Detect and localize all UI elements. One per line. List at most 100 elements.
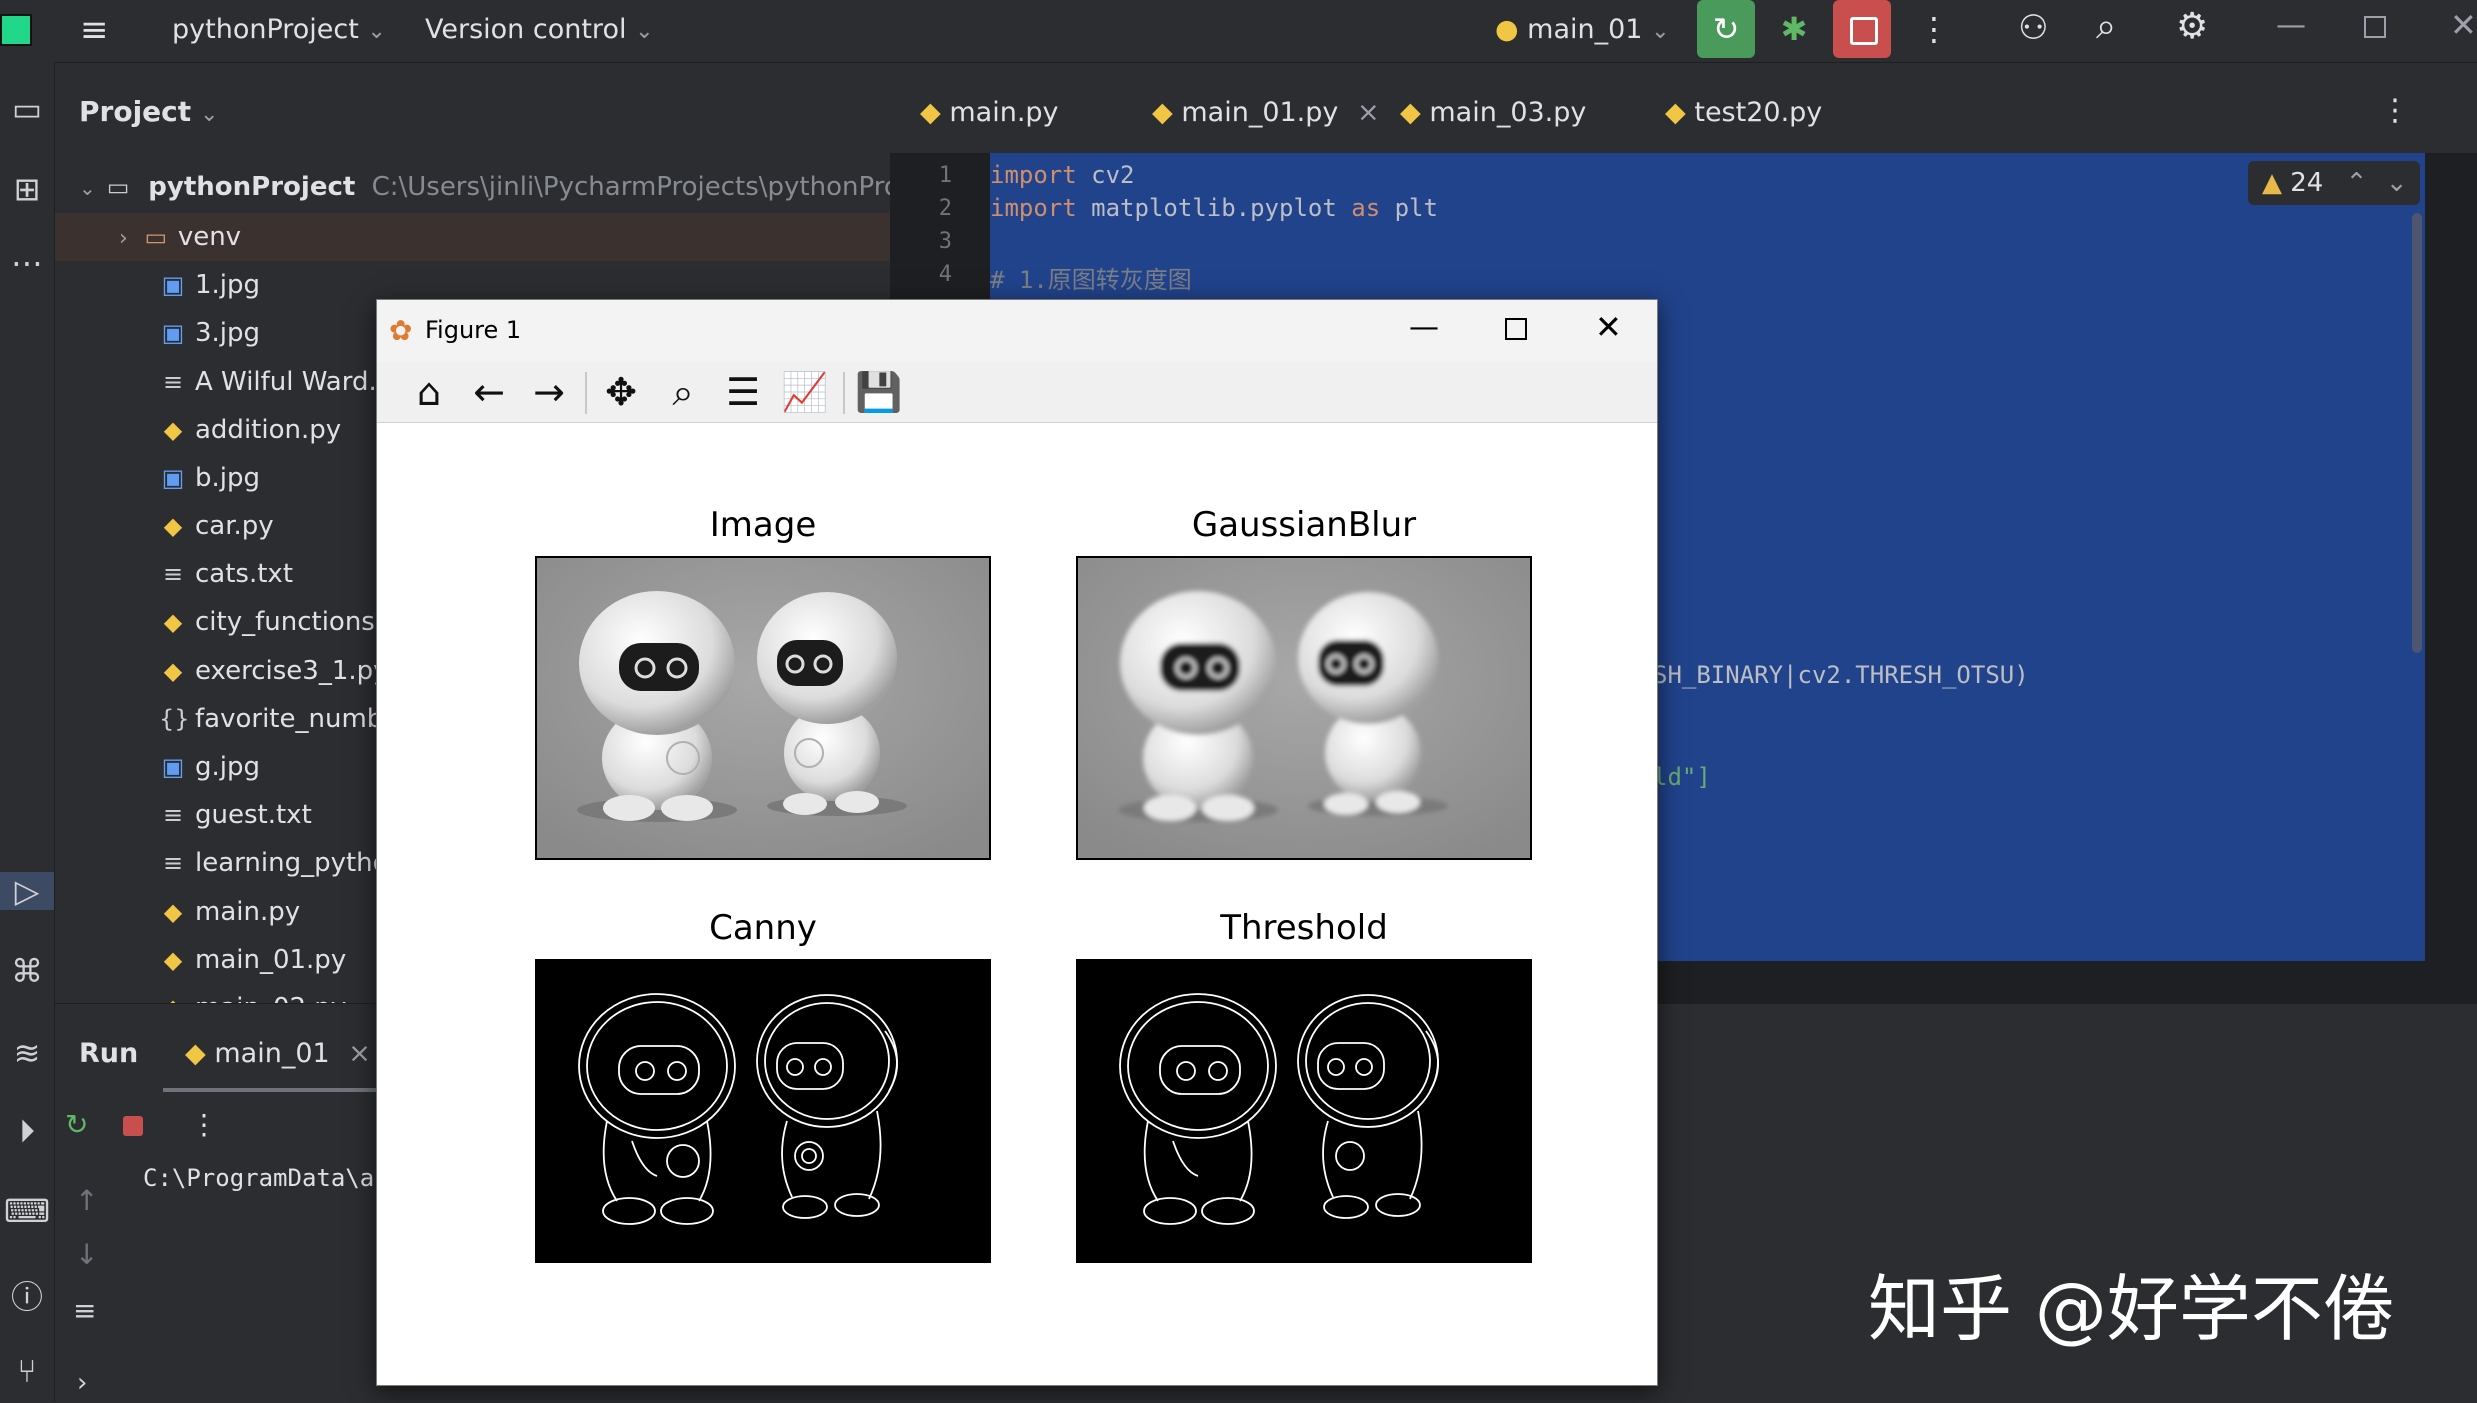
close-tab-icon[interactable]: × xyxy=(348,1038,371,1069)
watermark: 知乎 @好学不倦 xyxy=(1868,1267,2395,1351)
toolbar-divider xyxy=(585,372,587,414)
scroll-down-icon[interactable]: ↓ xyxy=(75,1238,98,1271)
run-config-selector[interactable]: ● main_01 ⌄ xyxy=(1495,14,1670,45)
subplot-title: Threshold xyxy=(1220,908,1388,948)
tree-item-label: main_01.py xyxy=(195,944,347,975)
image-subplot xyxy=(535,556,991,860)
tree-item[interactable]: › ▭ venv xyxy=(55,213,890,261)
run-tool-icon[interactable]: ▷ xyxy=(0,872,54,910)
maximize-window-button[interactable] xyxy=(2364,16,2386,38)
tab-main[interactable]: ◆ main.py xyxy=(920,63,1059,153)
image-file-icon: ▣ xyxy=(161,319,185,348)
tree-item-label: car.py xyxy=(195,511,274,542)
pycharm-logo-icon xyxy=(0,14,32,46)
inspection-widget[interactable]: ▲ 24 ⌃ ⌄ xyxy=(2248,161,2420,205)
add-user-icon[interactable]: ⚇ xyxy=(2018,8,2048,48)
edit-axis-icon[interactable]: 📈 xyxy=(777,368,833,416)
text-file-icon: ≡ xyxy=(162,367,184,396)
expand-icon[interactable]: › xyxy=(77,1368,87,1398)
project-selector[interactable]: pythonProject ⌄ xyxy=(172,14,386,45)
stop-icon[interactable] xyxy=(123,1116,143,1136)
search-icon[interactable]: ⌕ xyxy=(2096,6,2116,48)
python-file-icon: ◆ xyxy=(163,512,183,541)
folder-icon: ▭ xyxy=(144,223,168,251)
version-control-selector[interactable]: Version control ⌄ xyxy=(425,14,654,45)
chevron-down-icon[interactable]: ⌄ xyxy=(2386,168,2408,198)
figure-title-bar[interactable]: ✿ Figure 1 — ✕ xyxy=(377,300,1657,362)
tab-label: main_03.py xyxy=(1429,97,1587,128)
keyword: as xyxy=(1351,194,1381,222)
robot-grayscale-image xyxy=(537,558,989,858)
python-file-icon: ◆ xyxy=(163,415,183,444)
back-arrow-icon[interactable]: ← xyxy=(461,368,517,416)
services-icon[interactable]: ⏵ xyxy=(0,1112,54,1151)
project-folder-icon[interactable]: ▭ xyxy=(0,90,54,128)
zoom-icon[interactable]: ⌕ xyxy=(655,368,711,416)
tab-test20[interactable]: ◆ test20.py xyxy=(1665,63,1822,153)
rerun-icon[interactable]: ↻ xyxy=(65,1108,88,1141)
keyword: import xyxy=(990,194,1077,222)
line-number: 1 xyxy=(938,163,952,188)
close-window-button[interactable]: ✕ xyxy=(2450,6,2477,44)
structure-icon[interactable]: ⊞ xyxy=(0,170,54,208)
line-number: 4 xyxy=(938,262,952,287)
run-tab-label: main_01 xyxy=(214,1038,330,1069)
tab-main-03[interactable]: ◆ main_03.py xyxy=(1400,63,1586,153)
more-options-icon[interactable]: ⋮ xyxy=(190,1108,218,1141)
project-panel-header[interactable]: Project ⌄ xyxy=(79,95,218,128)
threshold-subplot xyxy=(1076,959,1532,1263)
text-file-icon: ≡ xyxy=(162,849,184,878)
figure-toolbar: ⌂ ← → ✥ ⌕ ☰ 📈 💾 xyxy=(377,362,1657,423)
figure-maximize-button[interactable] xyxy=(1505,318,1527,340)
tree-item-label: b.jpg xyxy=(195,462,260,493)
scroll-up-icon[interactable]: ↑ xyxy=(75,1184,98,1217)
tree-item-label: learning_pytho xyxy=(195,848,389,879)
home-icon[interactable]: ⌂ xyxy=(401,368,457,416)
subplot-title: Image xyxy=(709,505,817,545)
canny-subplot xyxy=(535,959,991,1263)
main-menu-button[interactable]: ≡ xyxy=(80,10,109,50)
figure-minimize-button[interactable]: — xyxy=(1409,310,1439,345)
code-line-4-comment: # 1.原图转灰度图 xyxy=(990,266,1192,294)
more-actions-icon[interactable]: ⋮ xyxy=(1918,10,1950,48)
problems-icon[interactable]: ⓘ xyxy=(0,1272,54,1318)
stop-button[interactable] xyxy=(1833,0,1891,58)
tab-main-01[interactable]: ◆ main_01.py × xyxy=(1138,63,1394,157)
python-file-icon: ◆ xyxy=(1152,97,1173,128)
layers-icon[interactable]: ≋ xyxy=(0,1034,54,1072)
figure-window[interactable]: ✿ Figure 1 — ✕ ⌂ ← → ✥ ⌕ ☰ 📈 💾 Image Gau… xyxy=(376,299,1658,1386)
minimize-window-button[interactable]: — xyxy=(2276,8,2306,43)
python-packages-icon[interactable]: ⌘ xyxy=(0,952,54,990)
rerun-button[interactable]: ↻ xyxy=(1697,0,1755,58)
close-tab-icon[interactable]: × xyxy=(1357,97,1380,128)
robot-blurred-image xyxy=(1078,558,1530,858)
chevron-up-icon[interactable]: ⌃ xyxy=(2346,168,2368,198)
code-text: cv2 xyxy=(1076,161,1135,189)
tree-item-label: guest.txt xyxy=(195,800,312,831)
project-selector-label: pythonProject xyxy=(172,14,359,45)
terminal-icon[interactable]: ⌨ xyxy=(0,1192,54,1230)
robot-threshold-edges xyxy=(1078,961,1530,1261)
python-file-icon: ◆ xyxy=(159,984,187,1003)
subplot-title: Canny xyxy=(709,908,817,948)
configure-subplots-icon[interactable]: ☰ xyxy=(715,368,771,416)
text-file-icon: ≡ xyxy=(162,801,184,830)
settings-gear-icon[interactable]: ⚙ xyxy=(2176,6,2208,47)
soft-wrap-icon[interactable]: ≡ xyxy=(73,1294,96,1327)
tree-item-label: addition.py xyxy=(195,414,342,445)
forward-arrow-icon[interactable]: → xyxy=(521,368,577,416)
chevron-down-icon: ⌄ xyxy=(367,19,386,44)
more-tools-icon[interactable]: ⋯ xyxy=(0,244,54,282)
pan-icon[interactable]: ✥ xyxy=(593,368,649,416)
run-tab-main-01[interactable]: ◆ main_01 × xyxy=(185,1038,371,1069)
figure-close-button[interactable]: ✕ xyxy=(1595,308,1622,346)
tab-options-icon[interactable]: ⋮ xyxy=(2380,93,2410,128)
figure-title: Figure 1 xyxy=(425,316,522,344)
tree-item-label: city_functions. xyxy=(195,607,384,638)
git-icon[interactable]: ⑂ xyxy=(0,1352,54,1390)
save-icon[interactable]: 💾 xyxy=(851,368,907,416)
debug-button[interactable]: ✱ xyxy=(1768,0,1820,58)
tree-root-row[interactable]: ⌄ ▭ pythonProject C:\Users\jinli\Pycharm… xyxy=(79,163,914,211)
chevron-right-icon[interactable]: › xyxy=(119,226,128,251)
editor-scrollbar[interactable] xyxy=(2412,213,2422,653)
